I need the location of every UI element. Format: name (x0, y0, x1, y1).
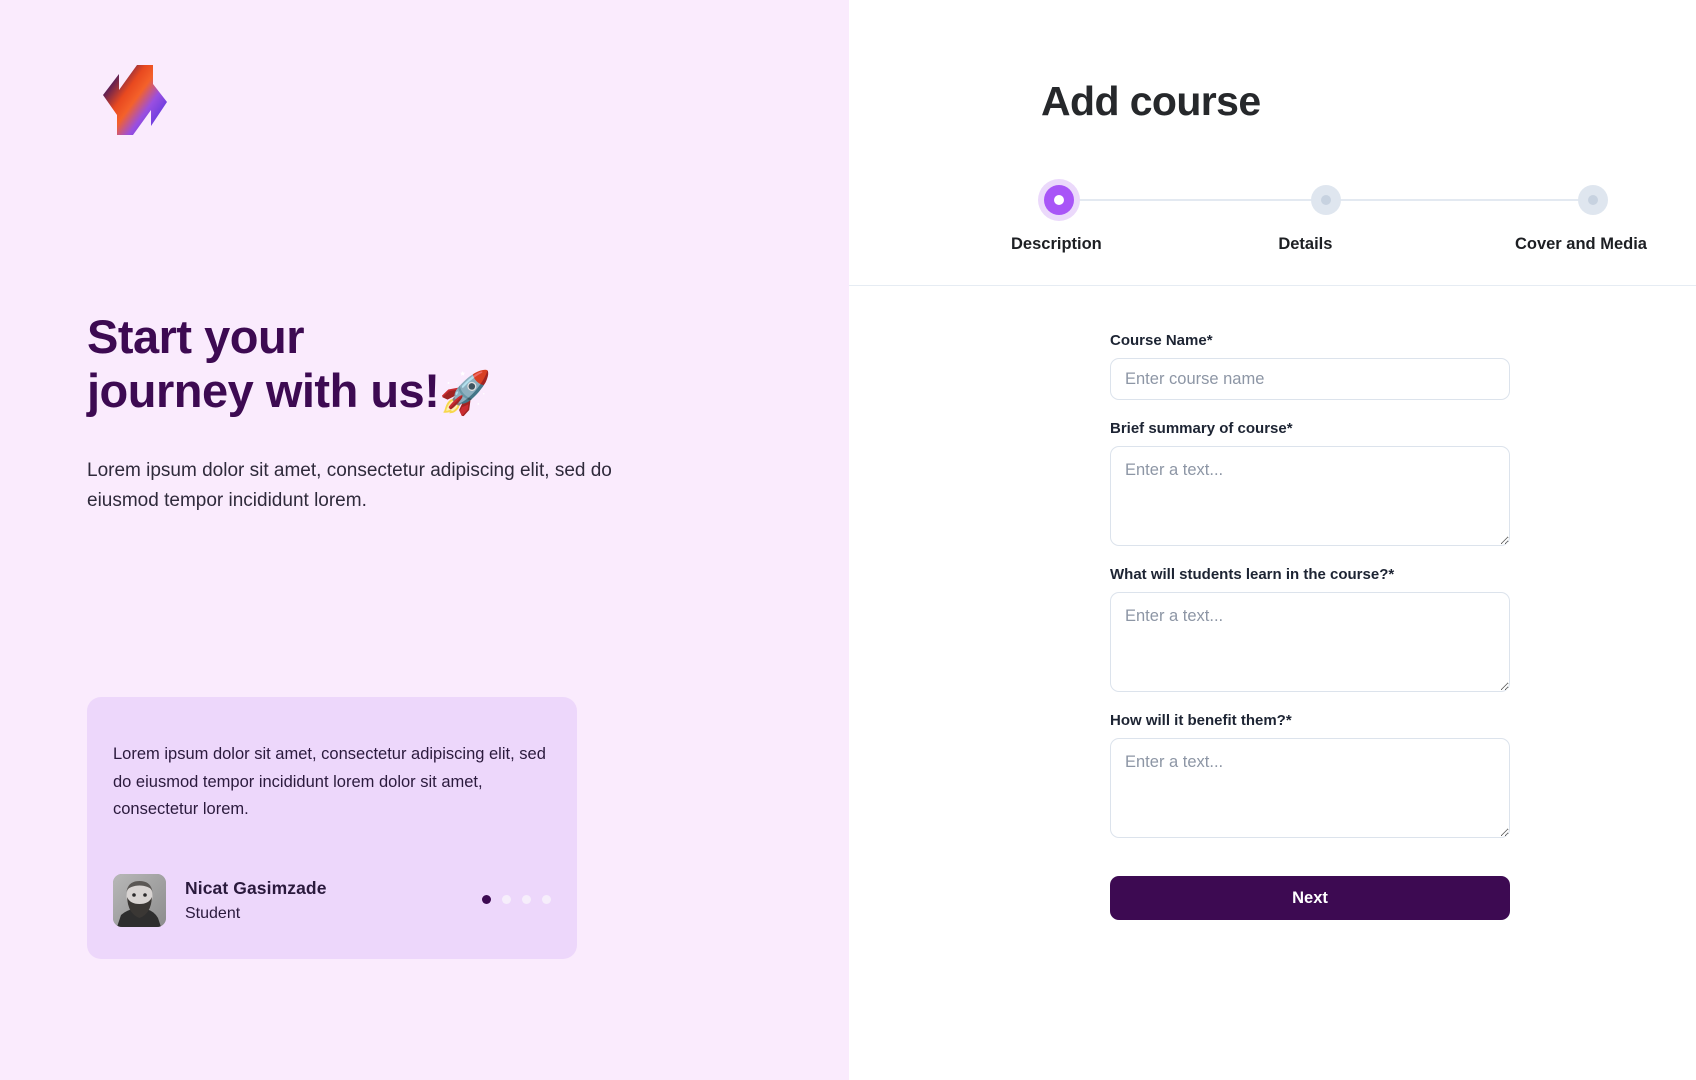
stepper-label-details: Details (1278, 235, 1333, 253)
hero-subtitle: Lorem ipsum dolor sit amet, consectetur … (87, 460, 612, 512)
marketing-panel: Start your journey with us!🚀 Lorem ipsum… (0, 0, 849, 1080)
course-description-form: Course Name* Brief summary of course* Wh… (849, 286, 1696, 920)
carousel-dot-4[interactable] (542, 895, 551, 904)
hero-title-line-1: Start your (87, 310, 305, 363)
carousel-dot-1[interactable] (482, 895, 491, 904)
field-students-learn: What will students learn in the course?* (1110, 566, 1696, 692)
next-button[interactable]: Next (1110, 876, 1510, 920)
stepper-steps (1041, 182, 1611, 218)
hero-title-line-2: journey with us!🚀 (87, 364, 767, 418)
benefit-textarea[interactable] (1110, 738, 1510, 838)
carousel-dot-3[interactable] (522, 895, 531, 904)
stepper-step-description[interactable] (1041, 182, 1077, 218)
field-brief-summary: Brief summary of course* (1110, 420, 1696, 546)
avatar (113, 874, 166, 927)
course-name-label: Course Name* (1110, 332, 1213, 349)
page-title: Start your journey with us!🚀 (87, 310, 767, 418)
field-course-name: Course Name* (1110, 332, 1696, 400)
benefit-label: How will it benefit them?* (1110, 712, 1292, 729)
nova-lightning-logo-icon (97, 60, 171, 138)
carousel-dot-2[interactable] (502, 895, 511, 904)
stepper-step-details[interactable] (1308, 182, 1344, 218)
stepper-label-cover-and-media: Cover and Media (1514, 235, 1647, 253)
author-role: Student (185, 905, 241, 922)
stepper-step-cover-and-media[interactable] (1575, 182, 1611, 218)
author-meta: Nicat Gasimzade Student (185, 878, 327, 923)
students-learn-label: What will students learn in the course?* (1110, 566, 1395, 583)
field-benefit: How will it benefit them?* (1110, 712, 1696, 838)
add-course-panel: Add course Description Details Cover and… (849, 0, 1696, 1080)
step-circle-icon (1311, 185, 1341, 215)
stepper-label-description: Description (1011, 235, 1102, 253)
students-learn-textarea[interactable] (1110, 592, 1510, 692)
stepper-labels: Description Details Cover and Media (1011, 235, 1647, 254)
testimonial-quote: Lorem ipsum dolor sit amet, consectetur … (113, 745, 546, 819)
step-circle-icon (1578, 185, 1608, 215)
hero-block: Start your journey with us!🚀 Lorem ipsum… (87, 310, 767, 517)
brief-summary-label: Brief summary of course* (1110, 420, 1293, 437)
hero-title-line-2-text: journey with us! (87, 364, 440, 418)
progress-stepper (1041, 182, 1611, 218)
course-name-input[interactable] (1110, 358, 1510, 400)
page-root: Start your journey with us!🚀 Lorem ipsum… (0, 0, 1696, 1080)
testimonial-footer: Nicat Gasimzade Student (113, 874, 551, 927)
step-circle-icon (1044, 185, 1074, 215)
testimonial-card: Lorem ipsum dolor sit amet, consectetur … (87, 697, 577, 959)
form-header: Add course (849, 0, 1696, 125)
rocket-icon: 🚀 (439, 369, 492, 417)
brief-summary-textarea[interactable] (1110, 446, 1510, 546)
author-name: Nicat Gasimzade (185, 878, 327, 898)
carousel-dots[interactable] (482, 895, 551, 906)
form-title: Add course (1041, 78, 1261, 124)
